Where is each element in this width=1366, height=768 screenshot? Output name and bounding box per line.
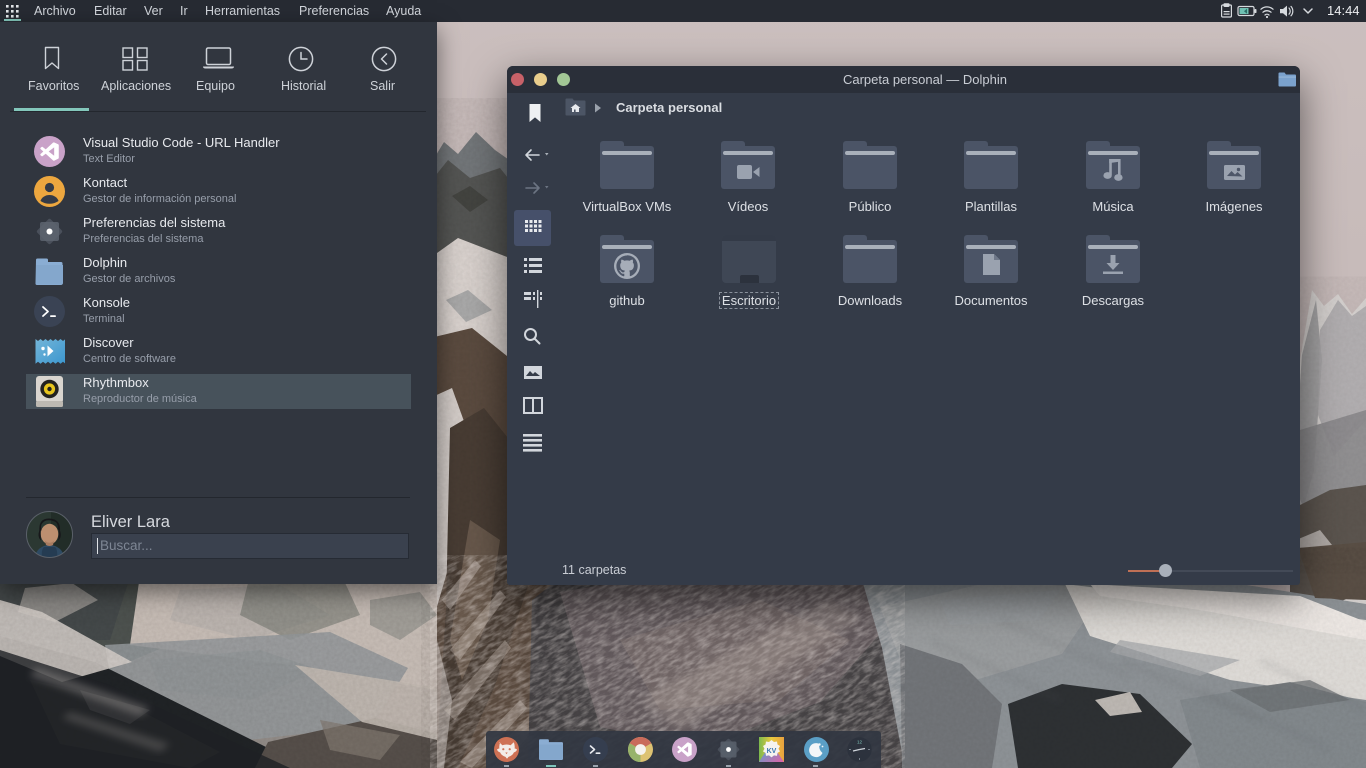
svg-text:KV: KV — [766, 748, 776, 755]
svg-text:12: 12 — [857, 740, 863, 745]
